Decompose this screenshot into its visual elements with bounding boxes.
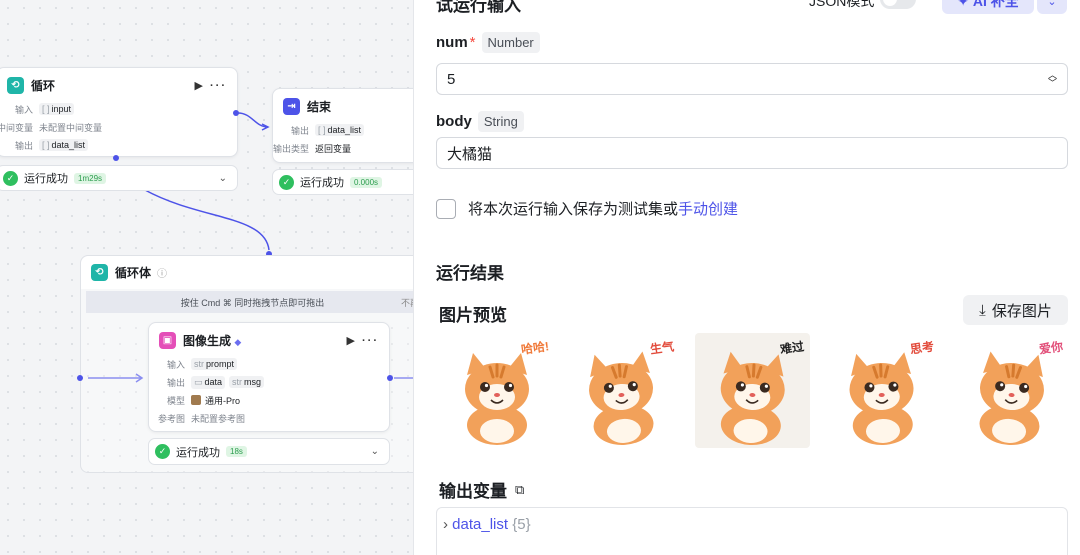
image-input-label: 输入 xyxy=(166,359,185,370)
sticker-caption: 生气 xyxy=(649,339,675,357)
chevron-down-icon[interactable]: ⌄ xyxy=(371,446,379,457)
loop-node[interactable]: ⟲ 循环 ▶ ··· 输入 [ ] input 中间变量 未配置中间变量 输出 [ ] d… xyxy=(0,67,238,157)
body-type-tag: String xyxy=(477,111,524,132)
num-label: num * Number xyxy=(436,32,540,53)
end-status-text: 运行成功 xyxy=(300,177,344,189)
test-run-panel: 试运行输入 JSON模式 ✦ AI 补全 ⌄ num * Number 5 ︿ ﹀ b… xyxy=(413,0,1080,555)
loop-output-port[interactable] xyxy=(233,110,239,116)
image-duration: 18s xyxy=(226,446,247,457)
preview-image[interactable]: 哈哈! xyxy=(440,333,555,448)
check-icon: ✓ xyxy=(279,174,294,190)
image-gen-title: 图像生成 ◆ xyxy=(183,334,242,348)
output-var-count: {5} xyxy=(512,516,531,533)
save-testset-row: 将本次运行输入保存为测试集或 手动创建 xyxy=(436,198,738,219)
drag-hint: 按住 Cmd ⌘ 同时拖拽节点即可拖出 不再 xyxy=(86,291,413,313)
loop-status-text: 运行成功 xyxy=(24,173,68,185)
toggle-switch[interactable] xyxy=(880,0,917,9)
loop-body-in-port[interactable] xyxy=(77,375,83,381)
ai-dropdown-button[interactable]: ⌄ xyxy=(1037,0,1067,14)
output-vars-title: 输出变量 ⧉ xyxy=(439,481,525,502)
preview-image[interactable]: 生气 xyxy=(565,333,680,448)
image-status-text: 运行成功 xyxy=(176,446,220,459)
end-node[interactable]: ⇥ 结束 输出 [ ] data_list 输出类型 返回变量 xyxy=(272,88,413,163)
image-out-port[interactable] xyxy=(387,375,393,381)
loop-body-title: 循环体 xyxy=(115,266,152,280)
image-model-label: 模型 xyxy=(166,395,185,406)
info-icon: ⓘ xyxy=(157,269,168,280)
loop-status-bar[interactable]: ✓ 运行成功 1m29s ⌄ xyxy=(0,165,238,191)
ai-complete-button[interactable]: ✦ AI 补全 xyxy=(942,0,1034,14)
loop-output-label: 输出 xyxy=(14,140,33,151)
body-label: body String xyxy=(436,111,524,132)
end-output-label: 输出 xyxy=(290,125,309,136)
end-output-var: [ ] data_list xyxy=(315,124,365,136)
image-ref-label: 参考图 xyxy=(157,413,185,424)
loop-icon: ⟲ xyxy=(91,264,108,281)
end-node-title: 结束 xyxy=(307,100,332,114)
image-status-bar[interactable]: ✓ 运行成功 18s ⌄ xyxy=(148,438,390,465)
run-result-title: 运行结果 xyxy=(436,264,504,283)
image-output-var2: str msg xyxy=(229,376,265,388)
image-preview-title: 图片预览 xyxy=(439,306,507,325)
loop-node-title: 循环 xyxy=(31,79,56,93)
image-gen-icon: ▣ xyxy=(159,332,176,349)
preview-image[interactable]: 爱你 xyxy=(954,333,1069,448)
loop-mid-label: 中间变量 xyxy=(0,122,34,133)
loop-duration: 1m29s xyxy=(74,172,107,184)
stepper-icon[interactable]: ︿ ﹀ xyxy=(1048,71,1057,88)
loop-mid-value: 未配置中间变量 xyxy=(39,122,103,133)
save-testset-checkbox[interactable] xyxy=(436,198,456,219)
loop-output-var: [ ] data_list xyxy=(39,139,89,151)
sticker-caption: 爱你 xyxy=(1038,339,1064,357)
image-gen-node[interactable]: ▣ 图像生成 ◆ ▶ ··· 输入 str prompt 输出 ▭ data str msg… xyxy=(148,322,390,432)
body-input[interactable]: 大橘猫 xyxy=(436,137,1068,169)
run-node-icon[interactable]: ▶ ··· xyxy=(346,334,379,347)
end-type-label: 输出类型 xyxy=(273,143,310,154)
preview-image[interactable]: 难过 xyxy=(695,333,810,448)
sticker-caption: 思考 xyxy=(909,339,935,357)
loop-input-var: [ ] input xyxy=(39,103,75,115)
sticker-caption: 难过 xyxy=(779,339,805,357)
check-icon: ✓ xyxy=(3,170,18,186)
panel-header-title: 试运行输入 xyxy=(436,0,521,15)
image-ref-value: 未配置参考图 xyxy=(191,413,246,424)
diamond-icon: ◆ xyxy=(234,337,242,347)
end-duration: 0.000s xyxy=(350,176,383,188)
num-input[interactable]: 5 ︿ ﹀ xyxy=(436,63,1068,95)
end-icon: ⇥ xyxy=(283,98,300,115)
workflow-canvas[interactable]: ⟲ 循环 ▶ ··· 输入 [ ] input 中间变量 未配置中间变量 输出 [ ] d… xyxy=(0,0,413,555)
output-var-name: data_list xyxy=(452,516,509,533)
num-type-tag: Number xyxy=(481,32,540,53)
image-model-value: 通用-Pro xyxy=(205,395,241,406)
image-output-var1: ▭ data xyxy=(191,375,226,389)
image-output-label: 输出 xyxy=(166,377,185,388)
model-icon xyxy=(191,395,201,405)
loop-icon: ⟲ xyxy=(7,77,24,94)
loop-input-label: 输入 xyxy=(14,104,33,115)
hint-dismiss[interactable]: 不再 xyxy=(401,296,413,309)
expand-icon[interactable]: › xyxy=(443,516,448,533)
end-status-bar[interactable]: ✓ 运行成功 0.000s xyxy=(272,169,413,195)
json-mode-toggle[interactable]: JSON模式 xyxy=(809,0,917,11)
save-image-button[interactable]: ⤓ 保存图片 xyxy=(963,295,1068,325)
download-icon: ⤓ xyxy=(979,301,986,319)
sparkle-icon: ✦ xyxy=(957,0,969,9)
end-type-value: 返回变量 xyxy=(315,143,352,154)
output-var-box[interactable]: › data_list {5} xyxy=(436,507,1068,555)
manual-create-link[interactable]: 手动创建 xyxy=(678,198,738,219)
run-node-icon[interactable]: ▶ ··· xyxy=(194,79,227,92)
image-input-var: str prompt xyxy=(191,358,238,370)
copy-icon[interactable]: ⧉ xyxy=(515,482,524,498)
loop-bottom-port[interactable] xyxy=(113,155,119,161)
preview-image[interactable]: 思考 xyxy=(825,333,940,448)
chevron-down-icon[interactable]: ⌄ xyxy=(219,173,227,184)
check-icon: ✓ xyxy=(155,444,170,459)
